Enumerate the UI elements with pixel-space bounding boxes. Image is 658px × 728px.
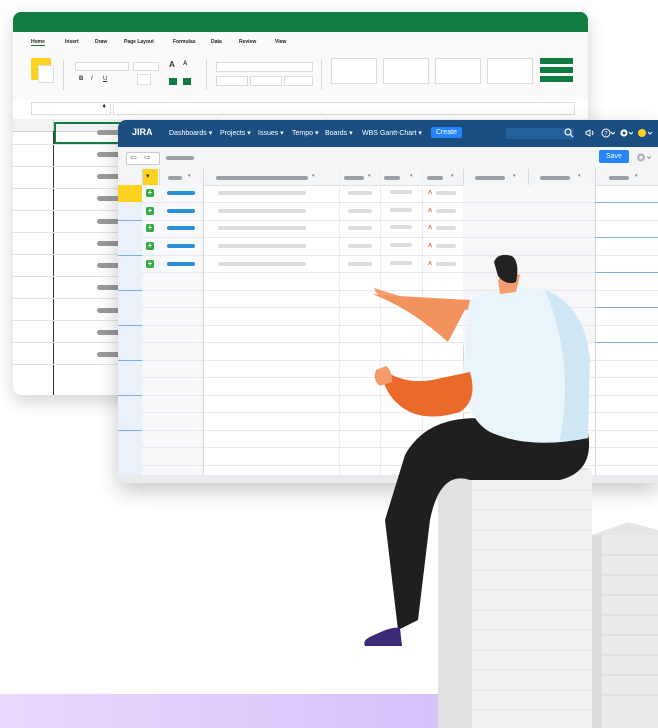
paper-stack-small [592, 522, 658, 728]
illustration-layer [364, 254, 658, 728]
paper-stack-seat [438, 452, 592, 728]
